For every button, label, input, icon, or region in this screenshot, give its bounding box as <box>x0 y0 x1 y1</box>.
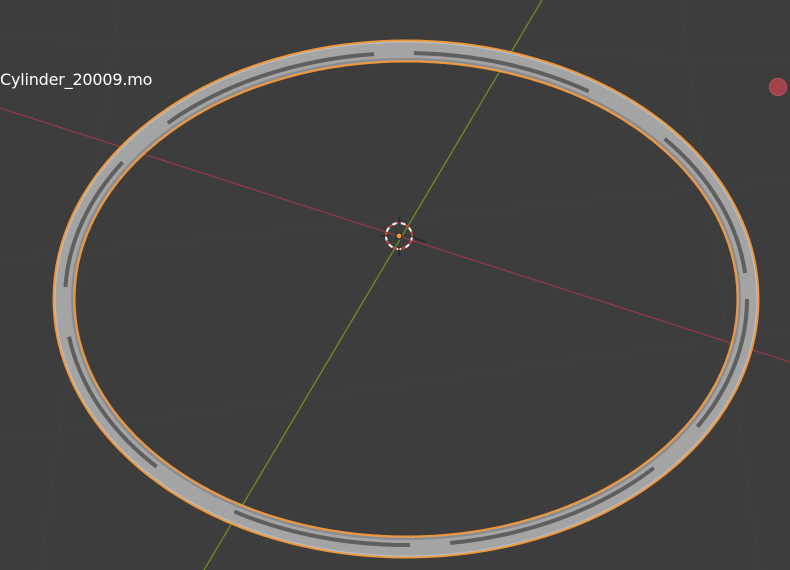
gizmo-x-axis-icon[interactable] <box>769 78 787 96</box>
object-origin-icon <box>395 232 403 240</box>
object-name-label: Cylinder_20009.mo <box>0 70 153 89</box>
3d-viewport[interactable]: Cylinder_20009.mo <box>0 0 790 570</box>
